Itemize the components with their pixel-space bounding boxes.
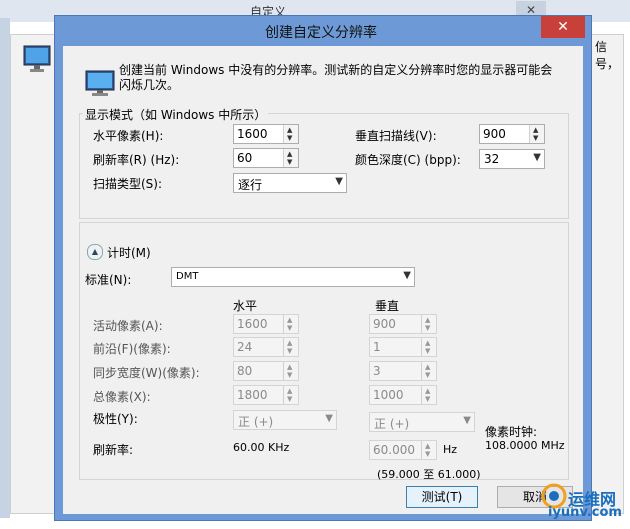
front-porch-v-stepper[interactable]: 1 ▲ ▼ bbox=[369, 337, 437, 357]
spin-arrows-icon[interactable]: ▲ ▼ bbox=[283, 338, 298, 356]
spin-arrows-icon[interactable]: ▲ ▼ bbox=[421, 315, 436, 333]
spin-arrows-icon[interactable]: ▲ ▼ bbox=[529, 125, 544, 143]
polarity-v-value: 正 (+) bbox=[374, 417, 410, 431]
total-pixels-v-value: 1000 bbox=[373, 388, 404, 402]
dialog-client-area: 创建当前 Windows 中没有的分辨率。测试新的自定义分辨率时您的显示器可能会… bbox=[63, 46, 583, 514]
horizontal-pixels-stepper[interactable]: 1600 ▲ ▼ bbox=[233, 124, 299, 144]
test-button[interactable]: 测试(T) bbox=[406, 486, 478, 508]
spin-arrows-icon[interactable]: ▲ ▼ bbox=[283, 125, 298, 143]
front-porch-h-value: 24 bbox=[237, 340, 253, 354]
horizontal-column-header: 水平 bbox=[233, 299, 258, 313]
create-custom-resolution-dialog: 创建自定义分辨率 ✕ 创建当前 Windows 中没有的分辨率。测试新的自定义分… bbox=[54, 15, 592, 521]
sync-width-h-stepper[interactable]: 80 ▲ ▼ bbox=[233, 361, 299, 381]
vertical-lines-label: 垂直扫描线(V): bbox=[355, 129, 437, 143]
total-pixels-v-stepper[interactable]: 1000 ▲ ▼ bbox=[369, 385, 437, 405]
horizontal-pixels-label: 水平像素(H): bbox=[93, 129, 164, 143]
standard-select[interactable]: DMT ▼ bbox=[171, 267, 415, 287]
timing-refresh-unit: Hz bbox=[443, 443, 458, 456]
chevron-down-icon: ▼ bbox=[335, 176, 343, 187]
front-porch-h-stepper[interactable]: 24 ▲ ▼ bbox=[233, 337, 299, 357]
sync-width-label: 同步宽度(W)(像素): bbox=[93, 366, 200, 380]
color-depth-select[interactable]: 32 ▼ bbox=[479, 149, 545, 169]
vertical-lines-stepper[interactable]: 900 ▲ ▼ bbox=[479, 124, 545, 144]
active-pixels-label: 活动像素(A): bbox=[93, 319, 163, 333]
chevron-down-icon: ▼ bbox=[325, 413, 333, 424]
chevron-down-icon: ▼ bbox=[463, 415, 471, 426]
front-porch-v-value: 1 bbox=[373, 340, 381, 354]
timing-refresh-v-value: 60.000 bbox=[373, 443, 415, 457]
scan-type-select[interactable]: 逐行 ▼ bbox=[233, 173, 347, 193]
color-depth-label: 颜色深度(C) (bpp): bbox=[355, 153, 461, 167]
display-mode-label: 显示模式（如 Windows 中所示） bbox=[83, 106, 269, 123]
total-pixels-h-stepper[interactable]: 1800 ▲ ▼ bbox=[233, 385, 299, 405]
front-porch-label: 前沿(F)(像素): bbox=[93, 342, 171, 356]
scan-type-label: 扫描类型(S): bbox=[93, 177, 163, 191]
chevron-down-icon: ▼ bbox=[533, 152, 541, 163]
refresh-rate-stepper[interactable]: 60 ▲ ▼ bbox=[233, 148, 299, 168]
sync-width-h-value: 80 bbox=[237, 364, 253, 378]
refresh-rate-value: 60 bbox=[237, 151, 253, 165]
chevron-down-icon: ▼ bbox=[403, 270, 411, 281]
background-window-edge bbox=[0, 18, 10, 518]
monitor-icon bbox=[23, 45, 51, 72]
spin-arrows-icon[interactable]: ▲ ▼ bbox=[421, 362, 436, 380]
sync-width-v-stepper[interactable]: 3 ▲ ▼ bbox=[369, 361, 437, 381]
scan-type-value: 逐行 bbox=[238, 178, 263, 192]
spin-arrows-icon[interactable]: ▲ ▼ bbox=[283, 315, 298, 333]
polarity-h-select[interactable]: 正 (+) ▼ bbox=[233, 410, 337, 430]
refresh-rate-label: 刷新率(R) (Hz): bbox=[93, 153, 180, 167]
polarity-h-value: 正 (+) bbox=[238, 415, 274, 429]
timing-refresh-v-stepper[interactable]: 60.000 ▲ ▼ bbox=[369, 440, 437, 460]
spin-arrows-icon[interactable]: ▲ ▼ bbox=[421, 338, 436, 356]
active-pixels-v-value: 900 bbox=[373, 317, 396, 331]
close-icon[interactable]: ✕ bbox=[541, 16, 585, 38]
spin-arrows-icon[interactable]: ▲ ▼ bbox=[283, 149, 298, 167]
spin-arrows-icon[interactable]: ▲ ▼ bbox=[283, 362, 298, 380]
total-pixels-h-value: 1800 bbox=[237, 388, 268, 402]
pixel-clock-value: 108.0000 MHz bbox=[485, 439, 565, 452]
active-pixels-h-value: 1600 bbox=[237, 317, 268, 331]
timing-refresh-range: (59.000 至 61.000) bbox=[377, 468, 481, 481]
spin-arrows-icon[interactable]: ▲ ▼ bbox=[421, 386, 436, 404]
active-pixels-v-stepper[interactable]: 900 ▲ ▼ bbox=[369, 314, 437, 334]
vertical-column-header: 垂直 bbox=[375, 299, 400, 313]
standard-label: 标准(N): bbox=[85, 273, 132, 287]
timing-refresh-label: 刷新率: bbox=[93, 443, 134, 457]
sync-width-v-value: 3 bbox=[373, 364, 381, 378]
pixel-clock-label: 像素时钟: bbox=[485, 425, 538, 439]
dialog-title: 创建自定义分辨率 bbox=[265, 25, 377, 41]
color-depth-value: 32 bbox=[484, 152, 500, 166]
vertical-lines-value: 900 bbox=[483, 127, 506, 141]
active-pixels-h-stepper[interactable]: 1600 ▲ ▼ bbox=[233, 314, 299, 334]
spin-arrows-icon[interactable]: ▲ ▼ bbox=[421, 441, 436, 459]
total-pixels-label: 总像素(X): bbox=[93, 390, 151, 404]
watermark-url: iyunv.com bbox=[548, 505, 622, 520]
monitor-icon bbox=[85, 70, 115, 96]
collapse-toggle-icon[interactable]: ▲ bbox=[87, 244, 103, 260]
intro-text: 创建当前 Windows 中没有的分辨率。测试新的自定义分辨率时您的显示器可能会… bbox=[119, 63, 553, 92]
polarity-v-select[interactable]: 正 (+) ▼ bbox=[369, 412, 475, 432]
background-text-fragment: 信号， bbox=[595, 40, 620, 71]
polarity-label: 极性(Y): bbox=[93, 412, 138, 426]
spin-arrows-icon[interactable]: ▲ ▼ bbox=[283, 386, 298, 404]
timing-label[interactable]: 计时(M) bbox=[105, 244, 153, 261]
timing-refresh-h-value: 60.00 KHz bbox=[233, 441, 290, 454]
horizontal-pixels-value: 1600 bbox=[237, 127, 268, 141]
standard-value: DMT bbox=[176, 271, 199, 282]
